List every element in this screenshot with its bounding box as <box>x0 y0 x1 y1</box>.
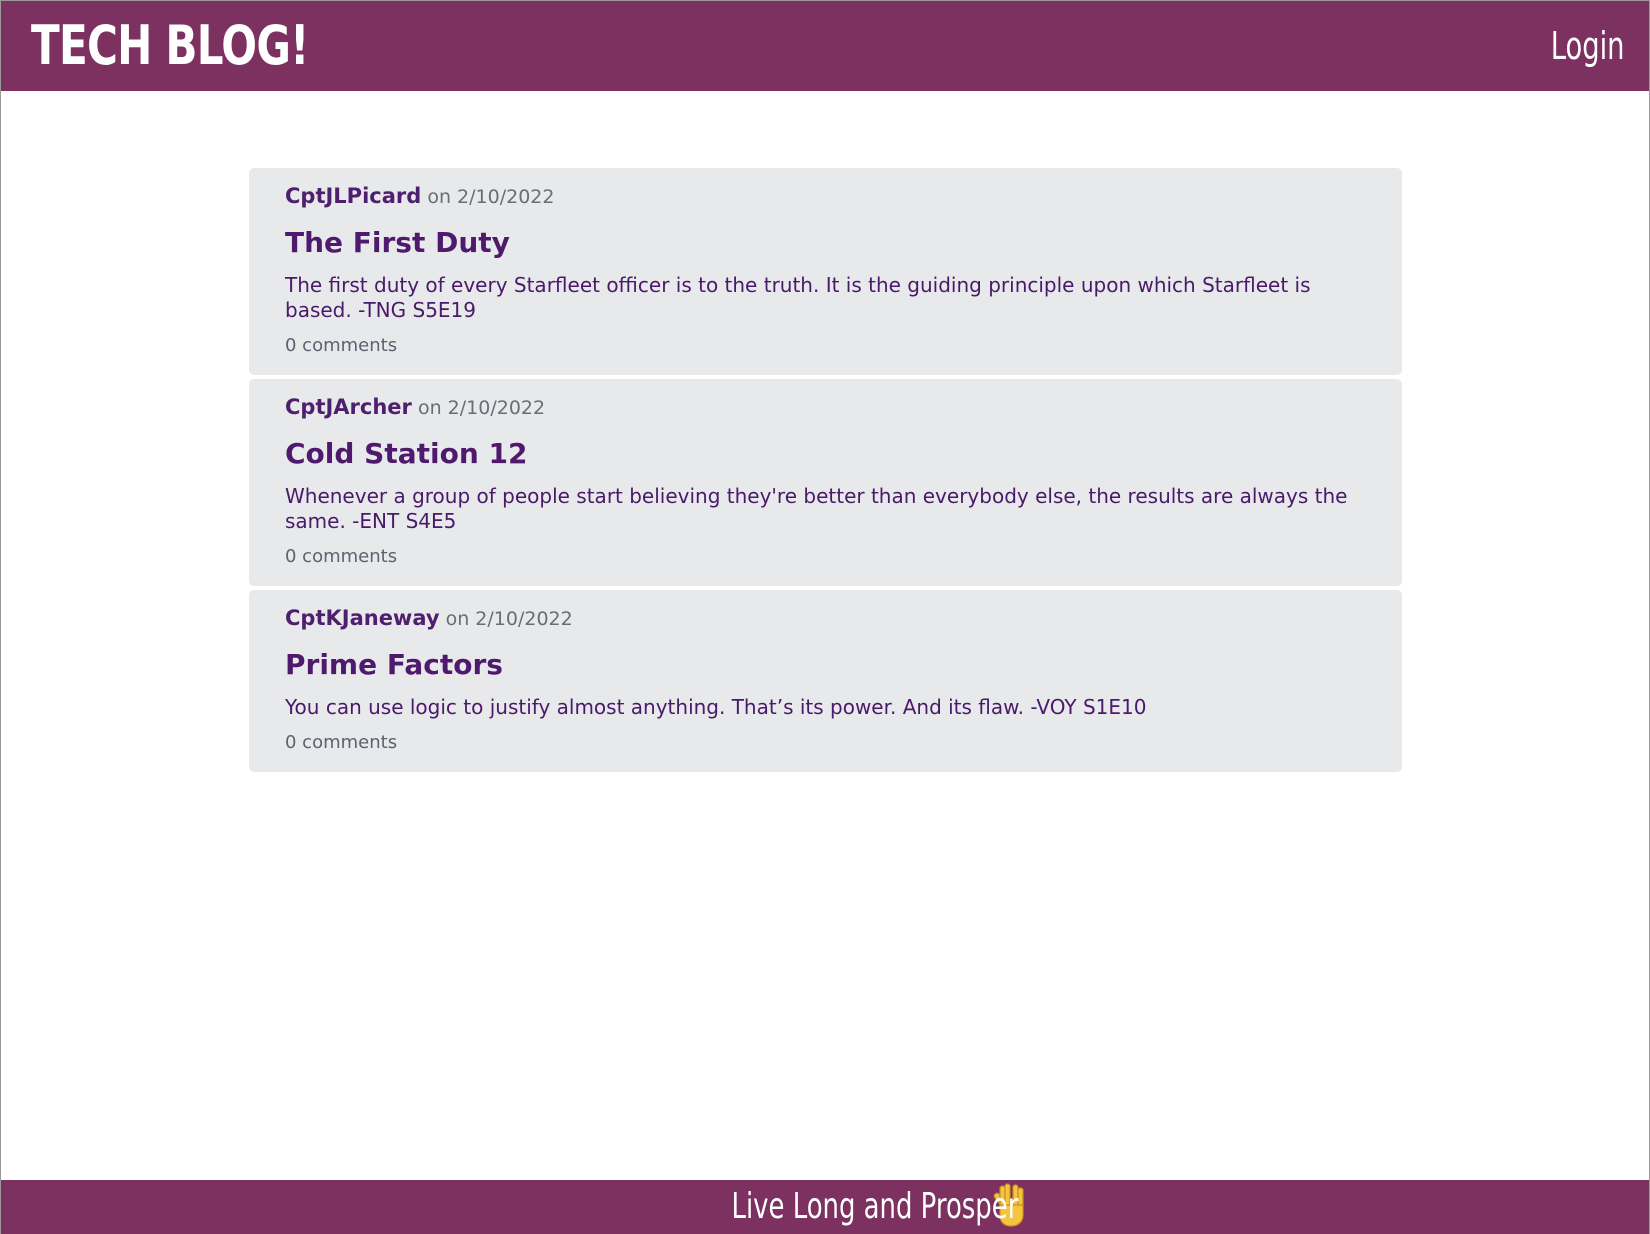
post-title[interactable]: The First Duty <box>285 223 1366 263</box>
post-meta: CptJLPicard on 2/10/2022 <box>285 182 1366 211</box>
post-date: on 2/10/2022 <box>427 186 555 208</box>
post-list: CptJLPicard on 2/10/2022 The First Duty … <box>249 168 1402 776</box>
post-title[interactable]: Prime Factors <box>285 645 1366 685</box>
login-link[interactable]: Login <box>1551 19 1625 73</box>
post-date: on 2/10/2022 <box>445 608 573 630</box>
post-meta: CptJArcher on 2/10/2022 <box>285 393 1366 422</box>
post-content: Whenever a group of people start believi… <box>285 484 1348 533</box>
post-card[interactable]: CptJArcher on 2/10/2022 Cold Station 12 … <box>249 379 1402 586</box>
post-content: The first duty of every Starfleet office… <box>285 273 1311 322</box>
post-author: CptJArcher <box>285 395 412 419</box>
post-title[interactable]: Cold Station 12 <box>285 434 1366 474</box>
post-comment-count: 0 comments <box>285 546 398 567</box>
site-footer: Live Long and Prosper <box>1 1180 1649 1234</box>
post-card[interactable]: CptKJaneway on 2/10/2022 Prime Factors Y… <box>249 590 1402 772</box>
site-header: TECH BLOG! Login <box>1 1 1649 91</box>
site-brand-link[interactable]: TECH BLOG! <box>31 11 309 81</box>
post-content: You can use logic to justify almost anyt… <box>285 695 1147 719</box>
post-comment-count: 0 comments <box>285 732 398 753</box>
post-author: CptKJaneway <box>285 606 440 630</box>
post-card[interactable]: CptJLPicard on 2/10/2022 The First Duty … <box>249 168 1402 375</box>
post-author: CptJLPicard <box>285 184 422 208</box>
post-date: on 2/10/2022 <box>417 397 546 419</box>
footer-content: Live Long and Prosper <box>620 1180 1030 1234</box>
post-comment-count: 0 comments <box>285 335 398 356</box>
post-meta: CptKJaneway on 2/10/2022 <box>285 604 1366 633</box>
footer-text: Live Long and Prosper <box>731 1186 1019 1227</box>
